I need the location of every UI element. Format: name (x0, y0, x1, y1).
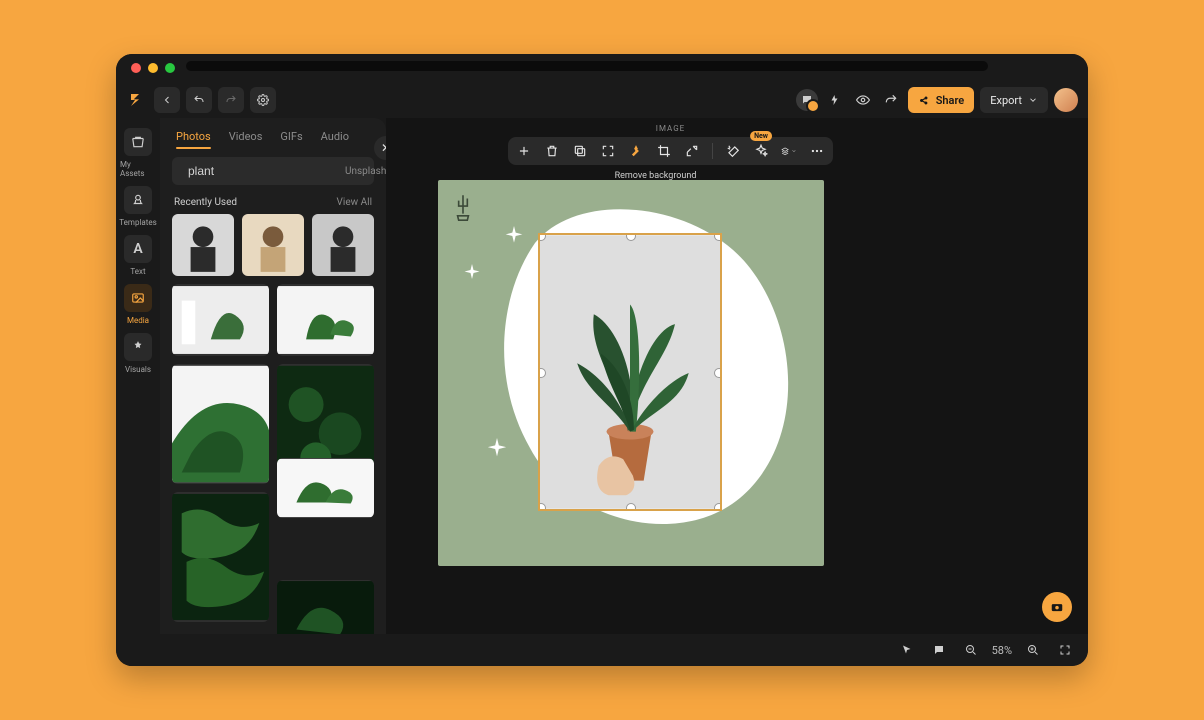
cactus-icon (450, 192, 476, 222)
top-toolbar: Share Export (116, 82, 1088, 118)
media-thumb[interactable] (277, 284, 374, 356)
redo-button[interactable] (218, 87, 244, 113)
remove-bg-button[interactable] (628, 143, 644, 159)
user-avatar[interactable] (1054, 88, 1078, 112)
zoom-in-button[interactable] (1022, 639, 1044, 661)
context-toolbar: IMAGE New Remove background (508, 124, 833, 181)
recent-thumb[interactable] (242, 214, 304, 276)
maximize-window[interactable] (165, 63, 175, 73)
zoom-out-button[interactable] (960, 639, 982, 661)
magic-button[interactable] (725, 143, 741, 159)
titlebar (116, 54, 1088, 76)
canvas-area[interactable]: IMAGE New Remove background (386, 118, 1088, 634)
fit-button[interactable] (600, 143, 616, 159)
context-label: IMAGE (656, 124, 685, 133)
close-window[interactable] (131, 63, 141, 73)
media-thumb[interactable] (172, 492, 269, 622)
minimize-window[interactable] (148, 63, 158, 73)
left-rail: My Assets Templates A Text Media Visuals (116, 118, 160, 634)
rail-label: Media (127, 316, 149, 325)
back-button[interactable] (154, 87, 180, 113)
tab-gifs[interactable]: GIFs (280, 130, 302, 143)
search-bar[interactable]: Unsplash ✕ (172, 157, 374, 185)
export-label: Export (990, 94, 1022, 107)
fullscreen-button[interactable] (1054, 639, 1076, 661)
notification-dot (806, 99, 820, 113)
recent-thumb[interactable] (172, 214, 234, 276)
layers-button[interactable] (781, 143, 797, 159)
recent-thumb[interactable] (312, 214, 374, 276)
selected-image[interactable] (538, 233, 722, 511)
rail-my-assets[interactable]: My Assets (120, 128, 156, 178)
media-panel: ✕ Photos Videos GIFs Audio Unsplash ✕ Re… (160, 118, 386, 652)
media-thumb[interactable] (277, 458, 374, 518)
tab-audio[interactable]: Audio (321, 130, 349, 143)
zoom-level: 58% (992, 644, 1012, 657)
sparkle-icon (463, 264, 481, 282)
view-all-link[interactable]: View All (337, 197, 372, 208)
recent-thumbs (160, 214, 386, 276)
rail-text[interactable]: A Text (120, 235, 156, 276)
resize-handle[interactable] (714, 503, 722, 511)
cursor-icon[interactable] (896, 639, 918, 661)
rail-visuals[interactable]: Visuals (120, 333, 156, 374)
search-source: Unsplash (345, 166, 386, 177)
settings-button[interactable] (250, 87, 276, 113)
rail-label: Templates (119, 218, 156, 227)
bolt-icon[interactable] (824, 89, 846, 111)
media-thumb[interactable] (172, 284, 269, 356)
transform-button[interactable] (684, 143, 700, 159)
app-logo-icon[interactable] (126, 91, 144, 109)
media-grid (160, 276, 386, 652)
url-bar[interactable] (186, 61, 988, 71)
sparkle-icon (486, 438, 508, 460)
tab-videos[interactable]: Videos (229, 130, 263, 143)
resize-handle[interactable] (714, 233, 722, 241)
add-button[interactable] (516, 143, 532, 159)
undo-button[interactable] (186, 87, 212, 113)
search-input[interactable] (186, 163, 345, 179)
new-badge: New (750, 131, 772, 141)
redo-share-icon[interactable] (880, 89, 902, 111)
help-fab[interactable] (1042, 592, 1072, 622)
close-panel-button[interactable]: ✕ (374, 136, 386, 160)
resize-handle[interactable] (714, 368, 722, 378)
app-window: Share Export My Assets Templates A Text … (116, 54, 1088, 666)
share-label: Share (936, 94, 965, 107)
resize-handle[interactable] (626, 503, 636, 511)
effects-button[interactable]: New (753, 143, 769, 159)
canvas[interactable] (438, 180, 824, 566)
export-button[interactable]: Export (980, 87, 1048, 113)
media-tabs: Photos Videos GIFs Audio (160, 118, 386, 151)
window-controls (131, 63, 175, 73)
crop-button[interactable] (656, 143, 672, 159)
preview-button[interactable] (852, 89, 874, 111)
rail-label: Text (130, 267, 145, 276)
comment-icon[interactable] (928, 639, 950, 661)
rail-label: Visuals (125, 365, 151, 374)
recently-used-label: Recently Used (174, 197, 237, 208)
resize-handle[interactable] (538, 503, 546, 511)
delete-button[interactable] (544, 143, 560, 159)
rail-templates[interactable]: Templates (120, 186, 156, 227)
status-bar: 58% (116, 634, 1088, 666)
sparkle-icon (504, 226, 524, 246)
more-button[interactable] (809, 143, 825, 159)
rail-media[interactable]: Media (120, 284, 156, 325)
tab-photos[interactable]: Photos (176, 130, 211, 143)
duplicate-button[interactable] (572, 143, 588, 159)
comments-button[interactable] (796, 89, 818, 111)
share-button[interactable]: Share (908, 87, 975, 113)
rail-label: My Assets (120, 160, 156, 178)
media-thumb[interactable] (172, 364, 269, 484)
